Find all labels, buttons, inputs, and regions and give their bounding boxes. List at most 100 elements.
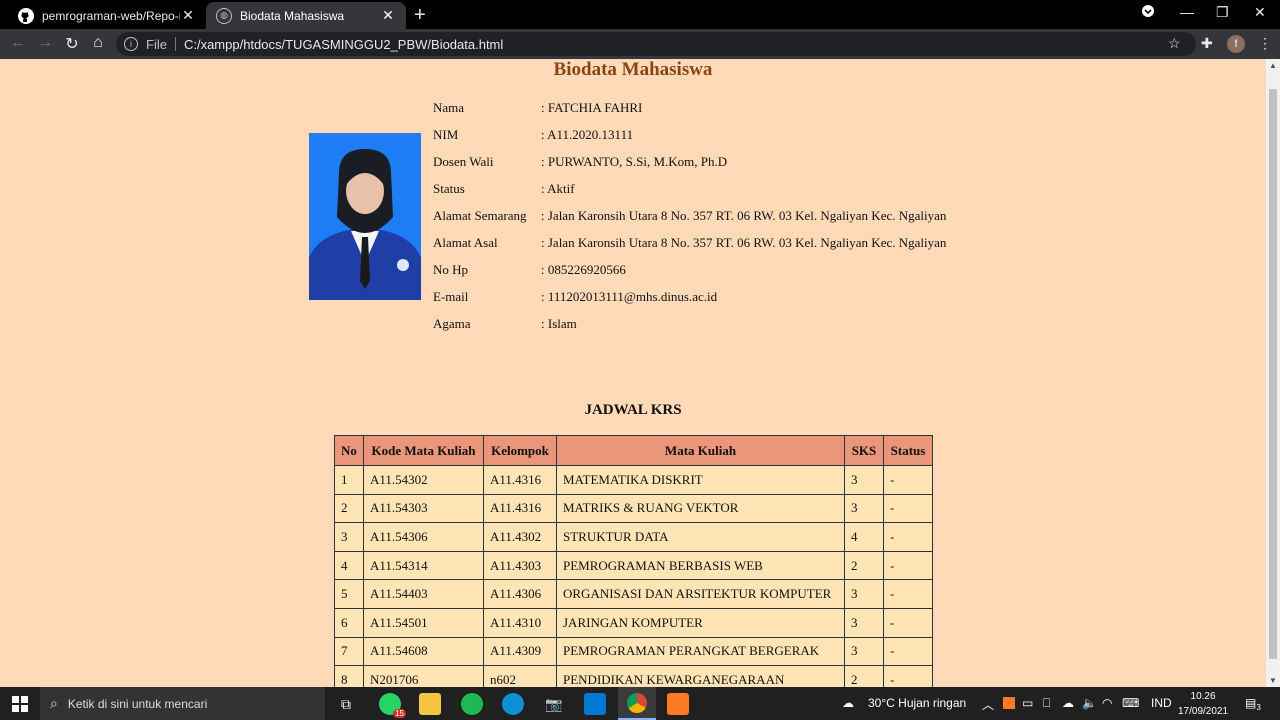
- globe-icon: ◍: [216, 7, 232, 24]
- table-cell: 2: [334, 493, 364, 524]
- bio-label: Alamat Semarang: [433, 208, 527, 223]
- table-cell: A11.4310: [483, 607, 557, 638]
- tab-github-repo[interactable]: pemrograman-web/Repo-minggu ✕: [8, 2, 206, 29]
- table-row: 4 A11.54314 A11.4303 PEMROGRAMAN BERBASIS W…: [334, 550, 933, 581]
- weather-text[interactable]: 30°C Hujan ringan: [868, 696, 966, 710]
- bio-row-agama: Agama: Islam: [433, 316, 946, 343]
- scrollbar[interactable]: ▲ ▼: [1266, 59, 1280, 687]
- chrome-icon[interactable]: [618, 687, 656, 720]
- maximize-icon[interactable]: ❐: [1216, 4, 1229, 21]
- language-indicator[interactable]: IND: [1151, 696, 1172, 710]
- tab-strip: pemrograman-web/Repo-minggu ✕ ◍ Biodata …: [0, 0, 1280, 29]
- back-icon[interactable]: ←: [8, 34, 28, 52]
- scrollbar-thumb[interactable]: [1269, 89, 1277, 659]
- wifi-icon[interactable]: ◠: [1102, 696, 1112, 710]
- table-cell: n602: [483, 665, 557, 687]
- student-photo: [309, 133, 421, 300]
- whatsapp-icon[interactable]: 15: [379, 693, 406, 718]
- krs-title: JADWAL KRS: [584, 402, 682, 418]
- avatar[interactable]: f: [1227, 35, 1245, 53]
- column-header: No: [334, 435, 364, 466]
- xampp-icon[interactable]: [667, 693, 689, 715]
- table-cell: -: [883, 636, 933, 667]
- info-icon[interactable]: i: [124, 37, 138, 51]
- bio-row-dosen-wali: Dosen Wali: PURWANTO, S.Si, M.Kom, Ph.D: [433, 154, 946, 181]
- bio-label: No Hp: [433, 262, 469, 277]
- protocol-label: File: [146, 36, 167, 52]
- vscode-icon[interactable]: [584, 693, 606, 715]
- scroll-down-icon[interactable]: ▼: [1269, 676, 1277, 685]
- tab-biodata[interactable]: ◍ Biodata Mahasiswa ✕: [206, 2, 406, 29]
- reload-icon[interactable]: ↻: [62, 34, 82, 54]
- close-tab-icon[interactable]: ✕: [180, 7, 196, 24]
- bio-row-alamat-semarang: Alamat Semarang: Jalan Karonsih Utara 8 …: [433, 208, 946, 235]
- bio-row-no-hp: No Hp : 085226920566: [433, 262, 946, 289]
- battery-icon[interactable]: ▭: [1022, 696, 1033, 710]
- clock[interactable]: 10.26 17/09/2021: [1178, 689, 1228, 719]
- table-row: 7 A11.54608 A11.4309 PEMROGRAMAN PERANGKAT …: [334, 636, 933, 667]
- bio-label: NIM: [433, 127, 459, 142]
- camera-icon[interactable]: 📷: [543, 693, 565, 715]
- table-cell: 7: [334, 636, 364, 667]
- table-cell: 4: [844, 522, 884, 552]
- table-cell: 2: [844, 550, 884, 581]
- search-placeholder: Ketik di sini untuk mencari: [67, 696, 208, 711]
- forward-icon[interactable]: →: [35, 34, 55, 52]
- spotify-icon[interactable]: [461, 693, 483, 715]
- table-cell: A11.54303: [363, 493, 484, 524]
- onedrive-icon[interactable]: ☁: [1062, 696, 1074, 710]
- bio-label: Status: [433, 181, 465, 196]
- notification-count: 3: [1256, 703, 1261, 712]
- notification-badge: 15: [393, 709, 406, 718]
- scroll-up-icon[interactable]: ▲: [1269, 61, 1277, 70]
- bookmark-star-icon[interactable]: ☆: [1168, 35, 1181, 52]
- table-cell: -: [883, 465, 933, 495]
- browser-toolbar: ← → ↻ ⌂ i File C:/xampp/htdocs/TUGASMING…: [0, 29, 1280, 59]
- device-icon[interactable]: ⎕: [1043, 696, 1050, 711]
- show-hidden-icons-icon[interactable]: ︿: [982, 696, 994, 713]
- bio-row-email: E-mail: 111202013111@mhs.dinus.ac.id: [433, 289, 946, 316]
- task-view-icon[interactable]: ⧉: [335, 693, 357, 715]
- table-cell: -: [883, 493, 933, 524]
- action-center-icon[interactable]: ▤3: [1245, 696, 1261, 712]
- biodata-list: Nama: FATCHIA FAHRI NIM: A11.2020.13111 …: [433, 100, 946, 343]
- table-cell: 1: [334, 465, 364, 495]
- bio-value: : 111202013111@mhs.dinus.ac.id: [541, 289, 718, 304]
- bio-row-nama: Nama: FATCHIA FAHRI: [433, 100, 946, 127]
- krs-table: No Kode Mata Kuliah Kelompok Mata Kuliah…: [334, 435, 933, 687]
- page-content: Biodata Mahasiswa Nama: FATCHIA FAHRI NI…: [0, 59, 1266, 687]
- volume-icon[interactable]: 🔈: [1082, 696, 1097, 710]
- window-close-icon[interactable]: ✕: [1254, 4, 1266, 21]
- bio-value: : 085226920566: [541, 262, 626, 277]
- file-explorer-icon[interactable]: [419, 693, 441, 715]
- edge-icon[interactable]: [502, 693, 524, 715]
- github-icon: [18, 7, 34, 24]
- bio-row-status: Status: Aktif: [433, 181, 946, 208]
- xampp-tray-icon[interactable]: [1003, 697, 1015, 709]
- windows-start-icon[interactable]: [12, 696, 28, 712]
- table-cell: -: [883, 522, 933, 552]
- bio-label: Agama: [433, 316, 471, 331]
- table-row: 8 N201706 n602 PENDIDIKAN KEWARGANEGARAAN 2-: [334, 665, 933, 687]
- column-header: Kode Mata Kuliah: [363, 435, 484, 466]
- bio-value: : Jalan Karonsih Utara 8 No. 357 RT. 06 …: [541, 235, 947, 250]
- table-row: 5 A11.54403 A11.4306 ORGANISASI DAN ARSITEK…: [334, 579, 933, 609]
- keyboard-icon[interactable]: ⌨: [1122, 696, 1139, 710]
- search-icon: ⌕: [50, 695, 58, 711]
- menu-icon[interactable]: ⋮: [1258, 35, 1272, 52]
- home-icon[interactable]: ⌂: [88, 34, 108, 52]
- table-row: 1 A11.54302 A11.4316 MATEMATIKA DISKRIT 3-: [334, 465, 933, 495]
- close-tab-icon[interactable]: ✕: [380, 7, 396, 24]
- extensions-icon[interactable]: ✚: [1201, 35, 1213, 52]
- table-cell: 3: [844, 636, 884, 667]
- table-cell: A11.54403: [363, 579, 484, 609]
- divider: [174, 37, 176, 51]
- table-header-row: No Kode Mata Kuliah Kelompok Mata Kuliah…: [334, 435, 933, 466]
- address-bar[interactable]: i File C:/xampp/htdocs/TUGASMINGGU2_PBW/…: [116, 32, 1196, 56]
- taskbar-search[interactable]: ⌕ Ketik di sini untuk mencari: [40, 687, 325, 720]
- new-tab-icon[interactable]: +: [414, 4, 426, 27]
- media-control-icon[interactable]: [1141, 4, 1155, 21]
- weather-icon[interactable]: ☁: [842, 696, 854, 710]
- url-text[interactable]: C:/xampp/htdocs/TUGASMINGGU2_PBW/Biodata…: [184, 37, 503, 52]
- minimize-icon[interactable]: —: [1180, 4, 1194, 20]
